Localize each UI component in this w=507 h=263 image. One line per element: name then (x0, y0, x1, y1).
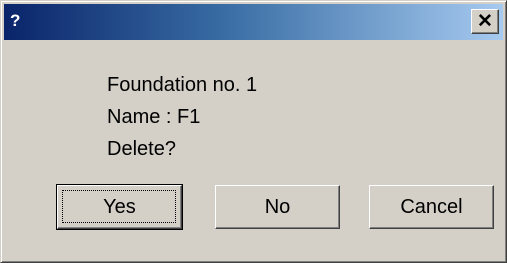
close-button[interactable]: ✕ (471, 9, 499, 34)
cancel-button[interactable]: Cancel (369, 185, 494, 229)
dialog-message: Foundation no. 1 Name : F1 Delete? (107, 69, 257, 165)
yes-button[interactable]: Yes (56, 184, 183, 230)
confirm-delete-dialog: ? ✕ Foundation no. 1 Name : F1 Delete? Y… (0, 0, 507, 263)
close-icon: ✕ (477, 10, 493, 32)
no-button-label: No (264, 196, 291, 218)
title-bar[interactable]: ? ✕ (4, 4, 503, 40)
cancel-button-label: Cancel (400, 196, 463, 218)
foundation-number-text: Foundation no. 1 (107, 74, 258, 96)
yes-button-label: Yes (103, 196, 136, 218)
foundation-name-text: Name : F1 (107, 106, 201, 128)
window-title: ? (10, 11, 21, 30)
delete-question-text: Delete? (107, 138, 176, 160)
no-button[interactable]: No (215, 185, 340, 229)
